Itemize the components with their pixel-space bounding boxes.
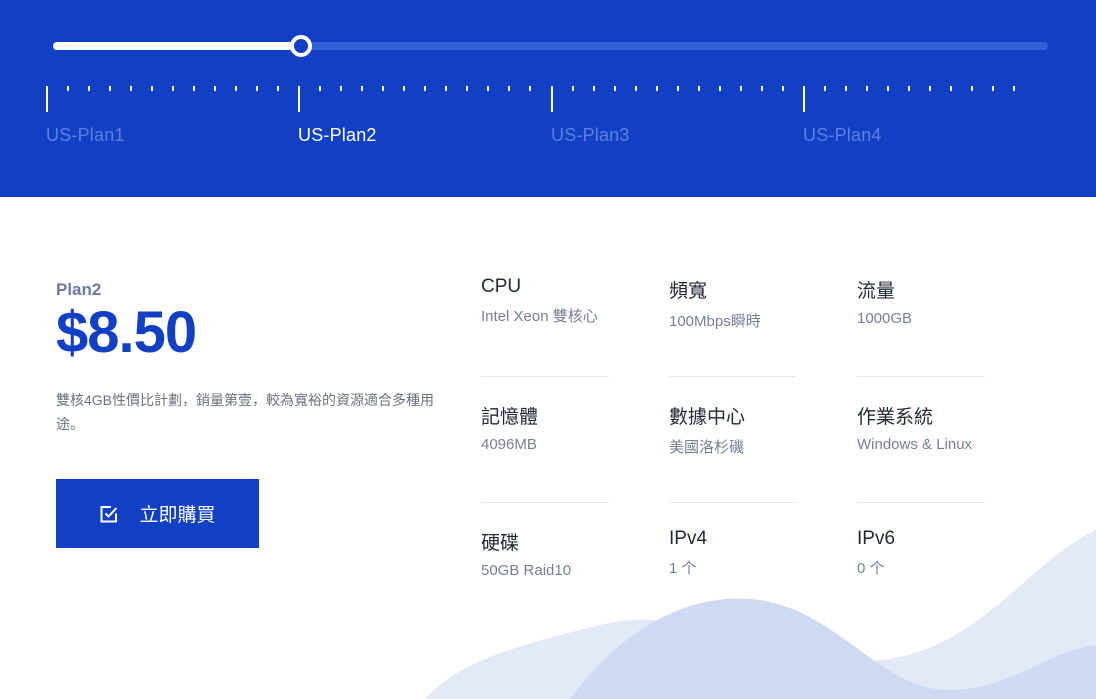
spec-value: 50GB Raid10: [481, 562, 572, 579]
buy-now-label: 立即購買: [139, 505, 216, 526]
slider-minor-tick: [572, 86, 575, 91]
plan-description: 雙核4GB性價比計劃，銷量第壹，較為寬裕的資源適合多種用途。: [56, 392, 435, 432]
slider-minor-tick: [319, 86, 322, 91]
slider-track-fill: [53, 42, 301, 50]
plan-slider-banner: US-Plan1 US-Plan2 US-Plan3 US-Plan4: [0, 0, 1096, 197]
slider-minor-tick: [782, 86, 785, 91]
slider-minor-tick: [382, 86, 385, 91]
slider-minor-tick: [424, 86, 427, 91]
slider-minor-tick: [593, 86, 596, 91]
slider-minor-tick: [761, 86, 764, 91]
slider-minor-tick: [824, 86, 827, 91]
spec-traffic: 流量 1000GB: [857, 276, 985, 327]
slider-minor-tick: [235, 86, 238, 91]
spec-label: 頻寬: [669, 281, 708, 302]
slider-minor-tick: [88, 86, 91, 91]
slider-minor-tick: [403, 86, 406, 91]
slider-minor-tick: [214, 86, 217, 91]
spec-value: 1 个: [669, 560, 697, 577]
slider-ticks: [0, 84, 1096, 112]
slider-minor-tick: [866, 86, 869, 91]
spec-memory: 記憶體 4096MB: [481, 402, 609, 453]
plan-price: $8.50: [56, 300, 197, 365]
slider-thumb[interactable]: [290, 35, 312, 57]
slider-minor-tick: [445, 86, 448, 91]
slider-minor-tick: [719, 86, 722, 91]
spec-os: 作業系統 Windows & Linux: [857, 402, 985, 453]
spec-disk: 硬碟 50GB Raid10: [481, 528, 609, 579]
spec-label: 流量: [857, 281, 896, 302]
slider-minor-tick: [845, 86, 848, 91]
slider-minor-tick: [740, 86, 743, 91]
buy-now-button[interactable]: 立即購買: [56, 479, 259, 548]
slider-track[interactable]: [53, 35, 1048, 57]
spec-divider: [481, 502, 609, 503]
slider-minor-tick: [635, 86, 638, 91]
slider-minor-tick: [950, 86, 953, 91]
slider-minor-tick: [151, 86, 154, 91]
spec-label: 硬碟: [481, 533, 520, 554]
plan-name: Plan2: [56, 280, 102, 299]
plan-option-us-plan3[interactable]: US-Plan3: [551, 125, 630, 146]
slider-minor-tick: [1013, 86, 1016, 91]
spec-divider: [857, 376, 985, 377]
spec-label: IPv6: [857, 528, 896, 549]
spec-bandwidth: 頻寬 100Mbps瞬時: [669, 276, 797, 331]
spec-value: 100Mbps瞬時: [669, 313, 761, 330]
slider-minor-tick: [614, 86, 617, 91]
slider-minor-tick: [656, 86, 659, 91]
slider-major-tick: [551, 86, 553, 112]
slider-major-tick: [298, 86, 300, 112]
spec-value: Windows & Linux: [857, 436, 973, 453]
slider-minor-tick: [277, 86, 280, 91]
spec-ipv4: IPv4 1 个: [669, 528, 797, 578]
spec-label: CPU: [481, 276, 522, 297]
spec-divider: [857, 502, 985, 503]
spec-divider: [669, 376, 797, 377]
spec-value: 1000GB: [857, 310, 913, 327]
slider-minor-tick: [908, 86, 911, 91]
plan-option-us-plan1[interactable]: US-Plan1: [46, 125, 125, 146]
spec-ipv6: IPv6 0 个: [857, 528, 985, 578]
slider-minor-tick: [109, 86, 112, 91]
slider-minor-tick: [992, 86, 995, 91]
checkbox-icon: [99, 504, 119, 524]
slider-minor-tick: [508, 86, 511, 91]
slider-minor-tick: [466, 86, 469, 91]
slider-minor-tick: [340, 86, 343, 91]
slider-minor-tick: [256, 86, 259, 91]
spec-cpu: CPU Intel Xeon 雙核心: [481, 276, 609, 326]
slider-minor-tick: [529, 86, 532, 91]
slider-minor-tick: [971, 86, 974, 91]
plan-option-us-plan2[interactable]: US-Plan2: [298, 125, 377, 146]
spec-divider: [669, 502, 797, 503]
spec-label: 作業系統: [857, 407, 934, 428]
slider-minor-tick: [887, 86, 890, 91]
plan-summary: Plan2 $8.50 雙核4GB性價比計劃，銷量第壹，較為寬裕的資源適合多種用…: [56, 280, 456, 436]
slider-minor-tick: [130, 86, 133, 91]
spec-divider: [481, 376, 609, 377]
spec-value: 美國洛杉磯: [669, 439, 745, 456]
slider-minor-tick: [487, 86, 490, 91]
slider-minor-tick: [172, 86, 175, 91]
spec-value: Intel Xeon 雙核心: [481, 308, 598, 325]
spec-datacenter: 數據中心 美國洛杉磯: [669, 402, 797, 457]
spec-value: 4096MB: [481, 436, 537, 453]
spec-label: 數據中心: [669, 407, 746, 428]
slider-major-tick: [803, 86, 805, 112]
slider-minor-tick: [677, 86, 680, 91]
slider-major-tick: [46, 86, 48, 112]
slider-minor-tick: [67, 86, 70, 91]
slider-minor-tick: [193, 86, 196, 91]
slider-minor-tick: [929, 86, 932, 91]
plan-option-us-plan4[interactable]: US-Plan4: [803, 125, 882, 146]
slider-minor-tick: [361, 86, 364, 91]
spec-value: 0 个: [857, 560, 885, 577]
spec-label: IPv4: [669, 528, 708, 549]
spec-label: 記憶體: [481, 407, 539, 428]
slider-minor-tick: [698, 86, 701, 91]
